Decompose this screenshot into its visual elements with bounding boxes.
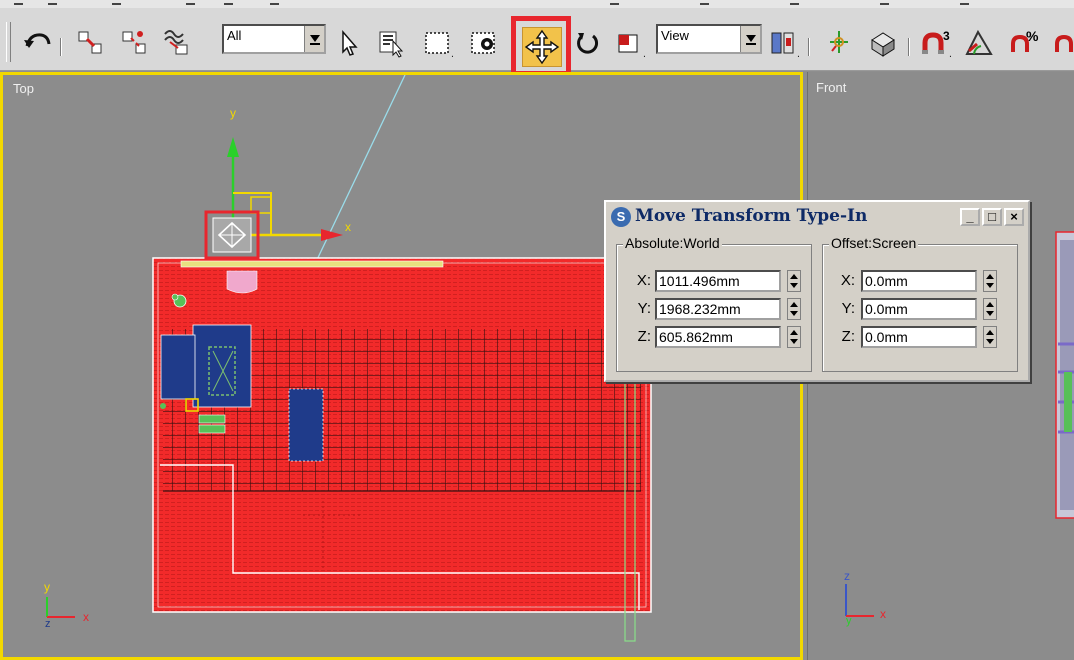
svg-text:3: 3 (943, 29, 950, 43)
absolute-y-field[interactable]: 1968.232mm (655, 298, 781, 320)
restore-icon[interactable]: □ (982, 208, 1002, 226)
keyboard-shortcut-override-icon[interactable] (866, 24, 900, 60)
svg-text:z: z (844, 569, 850, 583)
field-label: X: (636, 272, 651, 289)
spinner-icon[interactable] (983, 270, 997, 292)
svg-text:y: y (44, 580, 50, 594)
spinner-icon[interactable] (983, 326, 997, 348)
unlink-selection-icon[interactable] (118, 24, 152, 60)
menu-strip (0, 0, 1074, 8)
spinner-icon[interactable] (787, 270, 801, 292)
offset-x-field[interactable]: 0.0mm (861, 270, 977, 292)
field-label: X: (840, 272, 855, 289)
select-and-link-icon[interactable] (74, 24, 108, 60)
absolute-x-row: X: 1011.496mm (617, 269, 811, 295)
select-and-manipulate-icon[interactable] (822, 24, 856, 60)
svg-text:z: z (45, 618, 51, 630)
offset-screen-group: Offset:Screen X: 0.0mm Y: 0.0mm Z: 0.0mm (822, 235, 1018, 372)
gizmo-y-label: y (230, 106, 236, 120)
offset-x-row: X: 0.0mm (823, 269, 1017, 295)
selection-filter-dropdown[interactable]: All (222, 24, 326, 54)
move-icon (522, 27, 562, 67)
chevron-down-icon[interactable] (304, 26, 324, 52)
field-label: Y: (637, 300, 651, 317)
select-and-move-button[interactable] (511, 16, 571, 76)
absolute-y-row: Y: 1968.232mm (617, 297, 811, 323)
use-pivot-point-center-icon[interactable]: . (766, 24, 800, 60)
select-and-rotate-icon[interactable] (570, 24, 604, 60)
offset-y-row: Y: 0.0mm (823, 297, 1017, 323)
spinner-snap-toggle-icon[interactable] (1052, 24, 1074, 60)
absolute-world-group: Absolute:World X: 1011.496mm Y: 1968.232… (616, 235, 812, 372)
reference-coordinate-dropdown[interactable]: View (656, 24, 762, 54)
bind-to-space-warp-icon[interactable] (160, 24, 194, 60)
undo-icon[interactable] (20, 24, 54, 60)
chevron-down-icon[interactable] (740, 26, 760, 52)
absolute-z-row: Z: 605.862mm (617, 325, 811, 351)
select-by-name-icon[interactable] (374, 24, 408, 60)
toolbar-separator (808, 38, 810, 56)
select-object-icon[interactable] (331, 24, 365, 60)
toolbar-separator (908, 38, 910, 56)
select-and-scale-icon[interactable]: . (612, 24, 646, 60)
dialog-title: Move Transform Type-In (635, 206, 868, 226)
move-transform-type-in-dialog[interactable]: S Move Transform Type-In _ □ × Absolute:… (604, 200, 1030, 382)
minimize-icon[interactable]: _ (960, 208, 980, 226)
svg-text:x: x (83, 610, 89, 624)
svg-text:y: y (846, 615, 852, 627)
spinner-icon[interactable] (983, 298, 997, 320)
absolute-x-field[interactable]: 1011.496mm (655, 270, 781, 292)
field-label: Z: (841, 328, 855, 345)
selection-filter-value: All (227, 28, 242, 43)
close-icon[interactable]: × (1004, 208, 1024, 226)
group-title: Offset:Screen (829, 235, 919, 251)
app-logo-icon: S (611, 207, 631, 227)
angle-snap-toggle-icon[interactable] (962, 24, 996, 60)
offset-y-field[interactable]: 0.0mm (861, 298, 977, 320)
window-crossing-icon[interactable] (466, 24, 500, 60)
reference-coordinate-value: View (661, 28, 689, 43)
toolbar-grip (6, 22, 11, 62)
svg-text:%: % (1026, 28, 1039, 44)
3d-snap-toggle-icon[interactable]: 3 . (918, 24, 952, 60)
dialog-title-bar[interactable]: S Move Transform Type-In _ □ × (608, 204, 1026, 232)
spinner-icon[interactable] (787, 298, 801, 320)
offset-z-field[interactable]: 0.0mm (861, 326, 977, 348)
absolute-z-field[interactable]: 605.862mm (655, 326, 781, 348)
svg-text:x: x (880, 607, 886, 621)
offset-z-row: Z: 0.0mm (823, 325, 1017, 351)
spinner-icon[interactable] (787, 326, 801, 348)
main-toolbar: All . . View . 3 . % (0, 8, 1074, 76)
gizmo-x-label: x (345, 220, 351, 234)
group-title: Absolute:World (623, 235, 722, 251)
pink-object (226, 270, 258, 294)
field-label: Y: (841, 300, 855, 317)
field-label: Z: (637, 328, 651, 345)
rectangular-selection-region-icon[interactable]: . (420, 24, 454, 60)
blue-mat (288, 388, 324, 462)
toolbar-separator (60, 38, 62, 56)
percent-snap-toggle-icon[interactable]: % (1008, 24, 1042, 60)
